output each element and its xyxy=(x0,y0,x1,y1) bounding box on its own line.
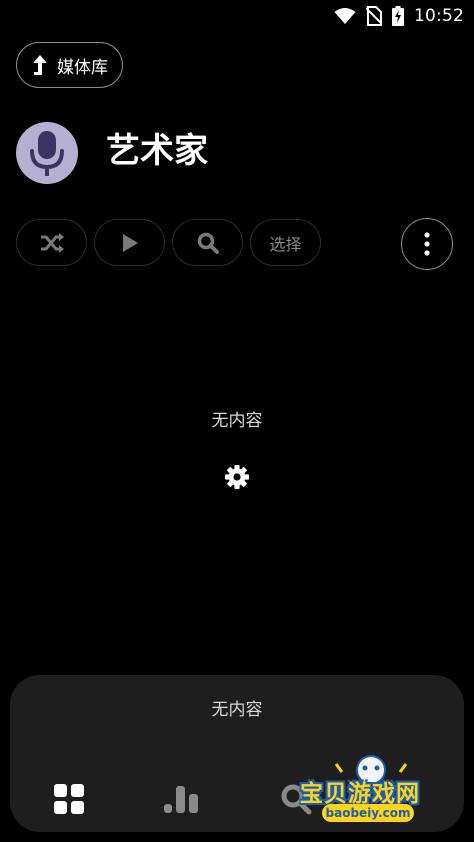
bar-chart-icon xyxy=(164,786,198,813)
page-title: 艺术家 xyxy=(106,131,208,171)
battery-charging-icon xyxy=(392,6,404,26)
watermark-title: 宝贝游戏网 xyxy=(300,781,420,807)
grid-icon xyxy=(54,784,84,814)
more-vertical-icon xyxy=(424,232,430,256)
more-options-button[interactable] xyxy=(401,218,453,270)
back-to-library-button[interactable]: 媒体库 xyxy=(16,42,123,88)
search-button[interactable] xyxy=(172,219,243,266)
shuffle-icon xyxy=(40,232,64,253)
status-icons: 10:52 xyxy=(334,4,464,28)
back-button-label: 媒体库 xyxy=(57,57,108,78)
bottom-sheet-empty-text: 无内容 xyxy=(211,700,263,720)
microphone-icon xyxy=(30,131,64,176)
watermark-logo: 宝贝游戏网 baobeiy.com xyxy=(296,752,446,830)
status-bar: 10:52 xyxy=(0,0,474,32)
settings-button[interactable] xyxy=(224,464,250,490)
wifi-icon xyxy=(334,8,356,24)
play-all-button[interactable] xyxy=(94,219,165,266)
arrow-up-turn-icon xyxy=(33,55,47,75)
nav-grid-button[interactable] xyxy=(51,781,87,817)
watermark-url: baobeiy.com xyxy=(322,804,414,822)
status-time: 10:52 xyxy=(414,6,464,26)
select-button-label: 选择 xyxy=(269,234,302,254)
play-icon xyxy=(122,233,138,252)
action-row: 选择 xyxy=(16,219,321,266)
select-button[interactable]: 选择 xyxy=(250,219,321,266)
empty-state-text: 无内容 xyxy=(211,411,263,431)
gear-icon xyxy=(225,465,249,489)
search-icon xyxy=(197,232,219,254)
shuffle-button[interactable] xyxy=(16,219,87,266)
nav-charts-button[interactable] xyxy=(163,781,199,817)
artist-avatar xyxy=(16,122,78,184)
no-sim-icon xyxy=(366,6,382,26)
